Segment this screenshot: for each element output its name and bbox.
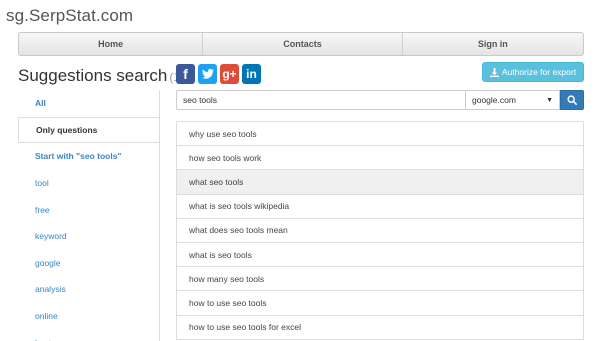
site-title: sg.SerpStat.com (6, 6, 134, 25)
sidebar-item-online[interactable]: online (18, 303, 159, 330)
list-item[interactable]: what does seo tools mean (177, 218, 583, 243)
page-title: Suggestions search (18, 66, 168, 85)
sidebar-item-keyword[interactable]: keyword (18, 223, 159, 250)
authorize-export-label: Authorize for export (501, 67, 577, 77)
page-heading: Suggestions search(17) (18, 66, 191, 86)
list-item[interactable]: why use seo tools (177, 122, 583, 147)
list-item[interactable]: what seo tools (177, 170, 583, 195)
nav-contacts[interactable]: Contacts (203, 33, 403, 55)
sidebar-item-analysis[interactable]: analysis (18, 276, 159, 303)
google-plus-icon[interactable]: g+ (220, 64, 239, 84)
sidebar-item-free[interactable]: free (18, 196, 159, 223)
download-icon (489, 67, 499, 77)
suggestion-list: why use seo tools how seo tools work wha… (176, 121, 584, 340)
search-button[interactable] (560, 90, 584, 110)
sidebar-item-tool[interactable]: tool (18, 170, 159, 197)
linkedin-icon[interactable]: in (242, 64, 261, 84)
search-input[interactable] (176, 90, 466, 110)
twitter-icon[interactable] (198, 64, 217, 84)
chevron-down-icon: ▼ (546, 96, 553, 104)
sidebar-item-all[interactable]: All (18, 90, 159, 117)
list-item[interactable]: how many seo tools (177, 267, 583, 292)
sidebar-item-start-with[interactable]: Start with "seo tools" (18, 143, 159, 170)
sidebar-item-only-questions[interactable]: Only questions (18, 116, 159, 144)
list-item[interactable]: what is seo tools (177, 242, 583, 268)
search-icon (567, 95, 577, 105)
nav-sign-in[interactable]: Sign in (403, 33, 583, 55)
authorize-export-button[interactable]: Authorize for export (482, 62, 584, 82)
list-item[interactable]: how seo tools work (177, 146, 583, 171)
list-item[interactable]: how to use seo tools (177, 291, 583, 316)
search-bar: google.com ▼ (176, 90, 584, 110)
search-engine-value: google.com (472, 95, 516, 105)
search-engine-select[interactable]: google.com ▼ (466, 90, 560, 110)
filter-sidebar: All Only questions Start with "seo tools… (18, 90, 160, 341)
sidebar-item-best[interactable]: best (18, 329, 159, 341)
social-share-bar: f g+ in (176, 64, 261, 84)
list-item[interactable]: how to use seo tools for excel (177, 315, 583, 340)
list-item[interactable]: what is seo tools wikipedia (177, 194, 583, 219)
sidebar-item-google[interactable]: google (18, 250, 159, 277)
nav-home[interactable]: Home (19, 33, 204, 55)
facebook-icon[interactable]: f (176, 64, 195, 84)
top-navigation: Home Contacts Sign in (18, 32, 584, 56)
